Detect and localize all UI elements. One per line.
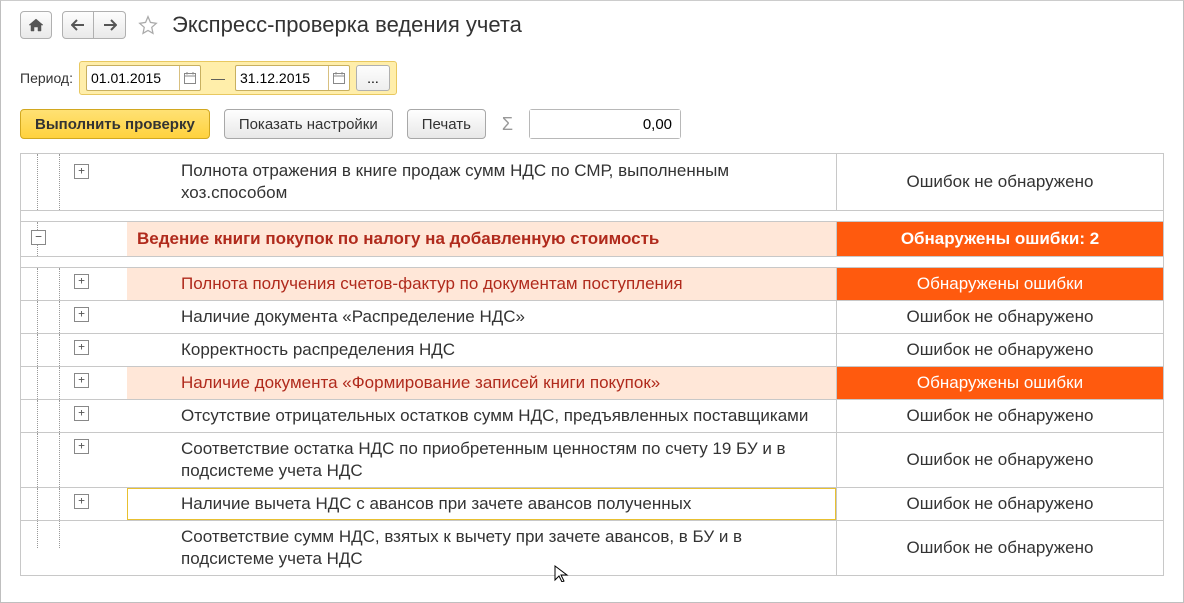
sigma-icon: Σ (500, 114, 515, 135)
status-ok: Ошибок не обнаружено (836, 154, 1163, 210)
status-ok: Ошибок не обнаружено (836, 301, 1163, 333)
period-label: Период: (20, 70, 73, 86)
report-table: + Полнота отражения в книге продаж сумм … (20, 153, 1164, 576)
expand-icon[interactable]: + (74, 307, 89, 322)
status-ok: Ошибок не обнаружено (836, 488, 1163, 520)
check-item-highlighted[interactable]: Наличие вычета НДС с авансов при зачете … (127, 488, 836, 520)
check-item: Полнота отражения в книге продаж сумм НД… (127, 154, 836, 210)
check-item: Наличие документа «Распределение НДС» (127, 301, 836, 333)
status-error: Обнаружены ошибки (836, 367, 1163, 399)
expand-icon[interactable]: + (74, 340, 89, 355)
date-from[interactable] (86, 65, 201, 91)
expand-icon[interactable]: + (74, 373, 89, 388)
status-ok: Ошибок не обнаружено (836, 334, 1163, 366)
forward-button[interactable] (94, 11, 126, 39)
check-item: Корректность распределения НДС (127, 334, 836, 366)
sum-box[interactable] (529, 109, 681, 139)
calendar-icon[interactable] (179, 66, 200, 90)
page-title: Экспресс-проверка ведения учета (170, 12, 522, 38)
back-button[interactable] (62, 11, 94, 39)
run-check-button[interactable]: Выполнить проверку (20, 109, 210, 139)
favorite-icon[interactable] (136, 13, 160, 37)
check-item: Соответствие остатка НДС по приобретенны… (127, 433, 836, 487)
check-item: Отсутствие отрицательных остатков сумм Н… (127, 400, 836, 432)
status-ok: Ошибок не обнаружено (836, 433, 1163, 487)
expand-icon[interactable]: + (74, 406, 89, 421)
show-settings-button[interactable]: Показать настройки (224, 109, 393, 139)
status-errors-count: Обнаружены ошибки: 2 (836, 222, 1163, 256)
calendar-icon[interactable] (328, 66, 349, 90)
status-ok: Ошибок не обнаружено (836, 400, 1163, 432)
print-button[interactable]: Печать (407, 109, 486, 139)
check-item: Полнота получения счетов-фактур по докум… (127, 268, 836, 300)
sum-input[interactable] (530, 110, 680, 138)
expand-icon[interactable]: + (74, 494, 89, 509)
home-button[interactable] (20, 11, 52, 39)
collapse-icon[interactable]: − (31, 230, 46, 245)
date-from-input[interactable] (87, 68, 179, 88)
expand-icon[interactable]: + (74, 439, 89, 454)
date-to[interactable] (235, 65, 350, 91)
expand-icon[interactable]: + (74, 164, 89, 179)
period-dash: — (207, 70, 229, 86)
check-item: Соответствие сумм НДС, взятых к вычету п… (127, 521, 836, 575)
check-item: Наличие документа «Формирование записей … (127, 367, 836, 399)
date-to-input[interactable] (236, 68, 328, 88)
period-box: — ... (79, 61, 397, 95)
section-title: Ведение книги покупок по налогу на добав… (127, 222, 836, 256)
period-choose-button[interactable]: ... (356, 65, 390, 91)
expand-icon[interactable]: + (74, 274, 89, 289)
status-error: Обнаружены ошибки (836, 268, 1163, 300)
status-ok: Ошибок не обнаружено (836, 521, 1163, 575)
